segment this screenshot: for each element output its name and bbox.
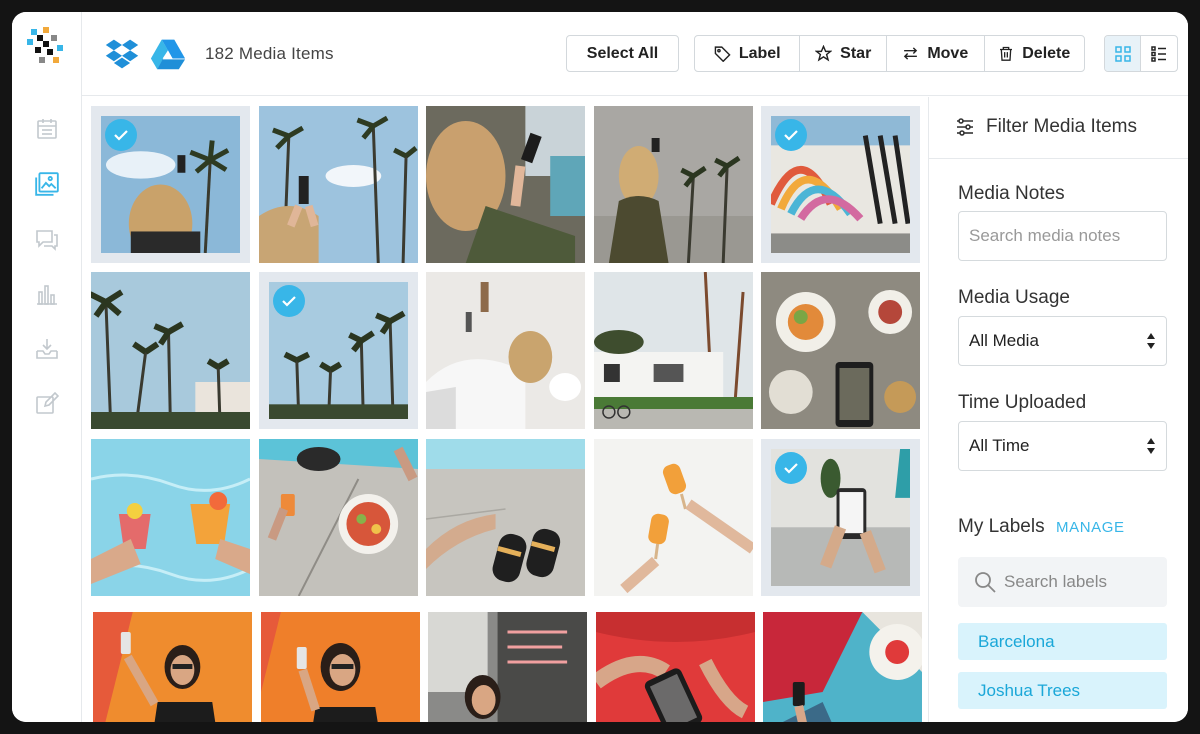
delete-button[interactable]: Delete xyxy=(985,36,1084,71)
media-tile[interactable] xyxy=(594,439,753,596)
photo-sandals-feet xyxy=(426,439,585,596)
edit-post-icon[interactable] xyxy=(33,390,61,418)
media-usage-value: All Media xyxy=(969,331,1039,350)
media-tile[interactable] xyxy=(594,272,753,429)
google-drive-icon[interactable] xyxy=(150,36,186,72)
label-chip-barcelona[interactable]: Barcelona xyxy=(958,623,1167,660)
media-tile[interactable] xyxy=(259,439,418,596)
photo-popsicles xyxy=(594,439,753,596)
media-usage-label: Media Usage xyxy=(958,287,1070,308)
photo-neon-sign-cafe xyxy=(428,612,587,722)
filter-panel-title: Filter Media Items xyxy=(986,116,1137,137)
trash-icon xyxy=(1000,46,1013,61)
photo-white-house-palms xyxy=(594,272,753,429)
media-usage-select[interactable]: All Media xyxy=(958,316,1167,366)
media-tile[interactable] xyxy=(761,272,920,429)
move-arrows-icon xyxy=(904,47,918,60)
photo-pool-cocktails xyxy=(91,439,250,596)
filter-sliders-icon xyxy=(957,118,973,136)
media-tile[interactable] xyxy=(91,106,250,263)
app-logo[interactable] xyxy=(27,27,67,67)
select-arrows-icon xyxy=(1147,438,1155,454)
label-button[interactable]: Label xyxy=(695,36,801,71)
media-library-icon[interactable] xyxy=(33,170,61,198)
delete-button-text: Delete xyxy=(1022,44,1071,62)
media-tile[interactable] xyxy=(761,106,920,263)
photo-white-bedroom xyxy=(426,272,585,429)
photo-palms-phone-photo xyxy=(259,106,418,263)
star-button[interactable]: Star xyxy=(800,36,888,71)
media-count: 182 Media Items xyxy=(205,44,334,63)
analytics-icon[interactable] xyxy=(33,280,61,308)
labels-search-placeholder: Search labels xyxy=(1004,572,1108,591)
manage-labels-link[interactable]: MANAGE xyxy=(1056,519,1125,536)
media-tile[interactable] xyxy=(426,439,585,596)
photo-woman-phone-pool xyxy=(426,106,585,263)
photo-selfie-orange-wall-2 xyxy=(261,612,420,722)
messages-icon[interactable] xyxy=(33,225,61,253)
move-button[interactable]: Move xyxy=(887,36,985,71)
view-toggle xyxy=(1104,35,1178,72)
star-button-text: Star xyxy=(840,44,872,62)
inbox-download-icon[interactable] xyxy=(33,335,61,363)
time-uploaded-select[interactable]: All Time xyxy=(958,421,1167,471)
media-tile[interactable] xyxy=(426,272,585,429)
media-grid xyxy=(82,97,928,722)
tag-icon xyxy=(714,46,731,62)
app-window: 182 Media Items Select All Label Star Mo… xyxy=(12,12,1188,722)
photo-food-table-phone xyxy=(761,272,920,429)
label-button-text: Label xyxy=(738,44,781,62)
photo-selfie-orange-wall-1 xyxy=(93,612,252,722)
media-tile[interactable] xyxy=(91,272,250,429)
left-rail xyxy=(12,12,82,722)
selected-check-icon xyxy=(775,119,807,151)
filter-panel-header: Filter Media Items xyxy=(929,97,1188,159)
select-arrows-icon xyxy=(1147,333,1155,349)
media-tile[interactable] xyxy=(594,106,753,263)
grid-view-button[interactable] xyxy=(1105,36,1142,71)
bulk-actions: Label Star Move Delete xyxy=(694,35,1085,72)
star-icon xyxy=(815,45,833,62)
time-uploaded-label: Time Uploaded xyxy=(958,392,1087,413)
search-icon xyxy=(975,572,996,593)
media-tile[interactable] xyxy=(91,439,250,596)
media-tile[interactable] xyxy=(761,439,920,596)
photo-phone-colorful-wall xyxy=(763,612,922,722)
photo-woman-phone-wall xyxy=(594,106,753,263)
photo-phone-red-chair xyxy=(596,612,755,722)
media-notes-label: Media Notes xyxy=(958,183,1065,204)
list-view-button[interactable] xyxy=(1141,36,1177,71)
photo-poolside-skewers xyxy=(259,439,418,596)
media-tile[interactable] xyxy=(596,612,755,722)
move-button-text: Move xyxy=(927,44,969,62)
my-labels-title: My Labels xyxy=(958,516,1045,537)
media-tile[interactable] xyxy=(261,612,420,722)
labels-search-input[interactable]: Search labels xyxy=(958,557,1167,607)
media-notes-search-input[interactable]: Search media notes xyxy=(958,211,1167,261)
list-view-icon xyxy=(1151,45,1166,62)
toolbar: 182 Media Items Select All Label Star Mo… xyxy=(82,12,1188,96)
media-tile[interactable] xyxy=(428,612,587,722)
label-chip-joshua-trees[interactable]: Joshua Trees xyxy=(958,672,1167,709)
calendar-icon[interactable] xyxy=(33,115,61,143)
selected-check-icon xyxy=(105,119,137,151)
selected-check-icon xyxy=(775,452,807,484)
selected-check-icon xyxy=(273,285,305,317)
media-tile[interactable] xyxy=(259,106,418,263)
time-uploaded-value: All Time xyxy=(969,436,1030,455)
dropbox-icon[interactable] xyxy=(104,36,140,72)
media-tile[interactable] xyxy=(259,272,418,429)
select-all-button[interactable]: Select All xyxy=(566,35,679,72)
filter-panel: Filter Media Items Media Notes Search me… xyxy=(928,97,1188,722)
photo-palm-trees-building xyxy=(91,272,250,429)
media-tile[interactable] xyxy=(426,106,585,263)
media-tile[interactable] xyxy=(763,612,922,722)
media-tile[interactable] xyxy=(93,612,252,722)
grid-view-icon xyxy=(1114,45,1131,62)
